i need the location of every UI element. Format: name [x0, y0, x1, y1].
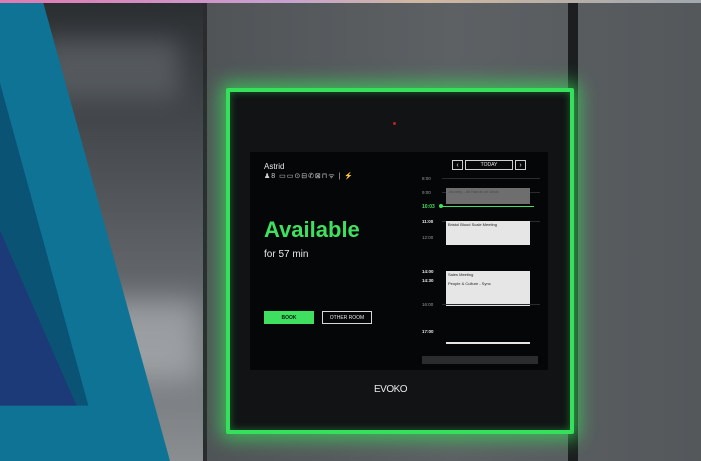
time-label: 8:00	[422, 176, 431, 181]
wall-edge	[203, 0, 207, 461]
other-room-button[interactable]: OTHER ROOM	[322, 311, 372, 324]
timeline-footer	[422, 356, 538, 364]
availability-duration: for 57 min	[264, 249, 309, 260]
room-facilities-icons: ♟8 ▭▭⊙⊟✆⊠⊓ᯤ | ⚡	[264, 173, 355, 180]
room-name: Astrid	[264, 162, 285, 171]
time-label: 9:00	[422, 190, 431, 195]
day-timeline: 8:00 9:00 Journey - All Hands on Deck 10…	[422, 174, 540, 364]
time-label: 12:00	[422, 235, 434, 240]
time-label: 14:00	[422, 269, 434, 274]
calendar-event-bar	[446, 342, 530, 344]
time-label: 11:00	[422, 219, 434, 224]
calendar-event[interactable]: Sales Meeting	[446, 271, 530, 280]
calendar-event[interactable]: Journey - All Hands on Deck	[446, 188, 530, 204]
top-strip	[0, 0, 701, 3]
calendar-nav: ‹ TODAY ›	[452, 160, 526, 170]
camera-indicator	[393, 122, 396, 125]
time-label: 17:00	[422, 329, 434, 334]
today-button[interactable]: TODAY	[465, 160, 513, 170]
current-time-label: 10:03	[422, 204, 435, 210]
brand-logo: EVOKO	[374, 384, 408, 395]
chevron-left-icon[interactable]: ‹	[452, 160, 463, 170]
calendar-event[interactable]: People & Culture - Sync	[446, 280, 530, 306]
photo-scene: Astrid ♟8 ▭▭⊙⊟✆⊠⊓ᯤ | ⚡ Available for 57 …	[0, 0, 701, 461]
current-time-line	[441, 206, 534, 207]
time-label: 14:30	[422, 278, 434, 283]
chevron-right-icon[interactable]: ›	[515, 160, 526, 170]
room-booking-device: Astrid ♟8 ▭▭⊙⊟✆⊠⊓ᯤ | ⚡ Available for 57 …	[226, 88, 574, 434]
hour-line	[442, 304, 540, 305]
book-button[interactable]: BOOK	[264, 311, 314, 324]
time-label: 16:00	[422, 302, 434, 307]
calendar-event[interactable]: Bristol Blood Scale Meeting	[446, 221, 530, 245]
device-screen: Astrid ♟8 ▭▭⊙⊟✆⊠⊓ᯤ | ⚡ Available for 57 …	[250, 152, 548, 370]
hour-line	[442, 178, 540, 179]
availability-status: Available	[264, 217, 360, 242]
